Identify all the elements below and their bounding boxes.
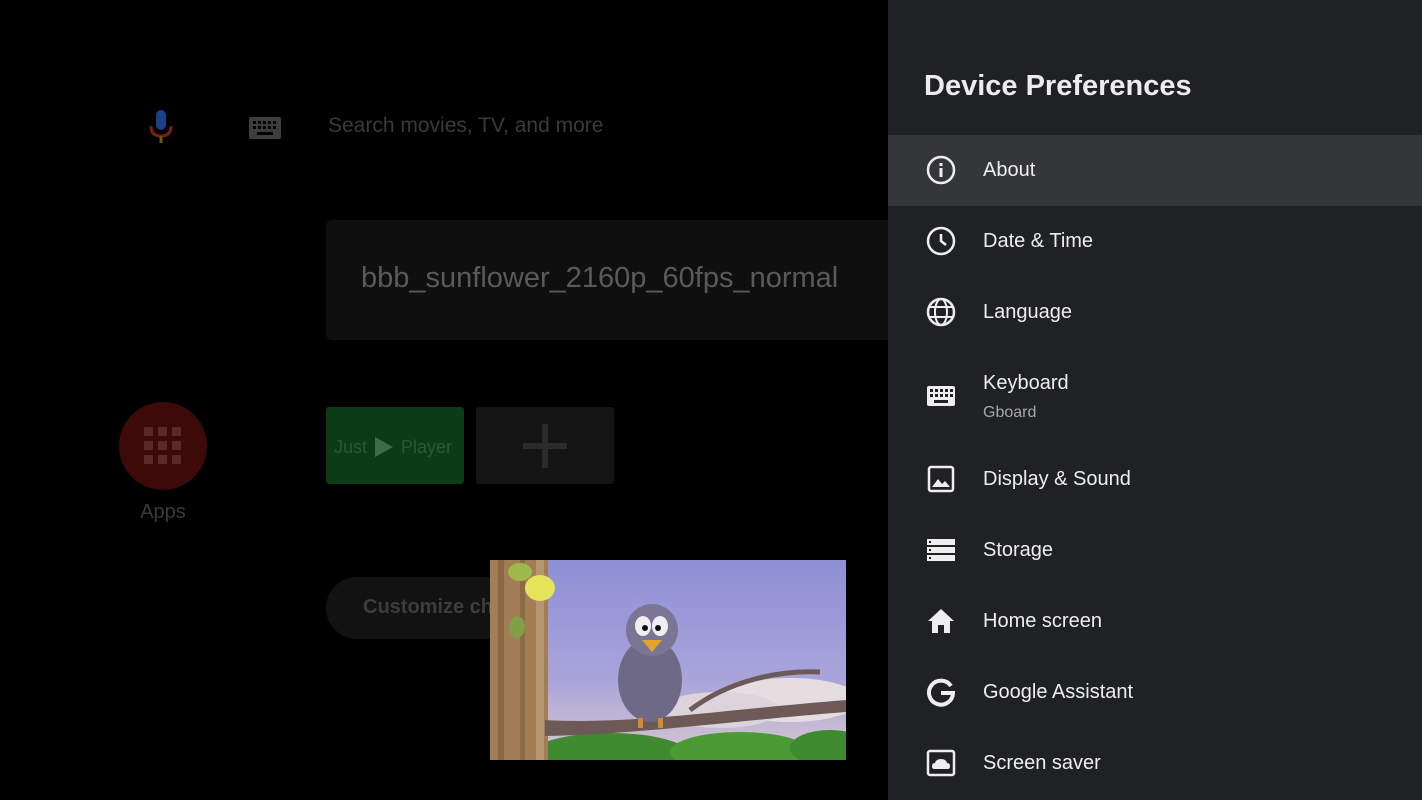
- plus-icon: [523, 424, 567, 468]
- just-player-right-text: Player: [401, 436, 453, 457]
- menu-item-label: Display & Sound: [983, 468, 1131, 490]
- play-icon: [375, 437, 394, 457]
- device-preferences-panel: Device Preferences About Date & Time Lan…: [888, 0, 1422, 800]
- home-icon: [928, 609, 954, 633]
- menu-item-label: Date & Time: [983, 230, 1094, 252]
- menu-item-about[interactable]: About: [888, 135, 1422, 206]
- just-player-tile[interactable]: Just Player: [326, 407, 464, 484]
- apps-grid-icon: [144, 427, 181, 464]
- panel-title: Device Preferences: [924, 70, 1192, 102]
- clock-icon: [926, 226, 956, 256]
- microphone-icon: [149, 110, 173, 143]
- menu-item-label: Google Assistant: [983, 681, 1134, 703]
- menu-item-label: Screen saver: [983, 752, 1101, 774]
- menu-item-date-time[interactable]: Date & Time: [888, 206, 1422, 277]
- just-player-logo: Just Player: [334, 435, 452, 459]
- search-placeholder[interactable]: Search movies, TV, and more: [328, 114, 603, 138]
- now-playing-card: bbb_sunflower_2160p_60fps_normal: [326, 220, 888, 340]
- menu-item-label: Language: [983, 301, 1072, 323]
- menu-item-google-assistant[interactable]: Google Assistant: [888, 657, 1422, 728]
- menu-item-sublabel: Gboard: [983, 404, 1037, 421]
- video-frame: [490, 560, 846, 760]
- menu-item-home-screen[interactable]: Home screen: [888, 586, 1422, 657]
- menu-item-label: Home screen: [983, 610, 1102, 632]
- menu-item-display-sound[interactable]: Display & Sound: [888, 444, 1422, 515]
- google-g-icon: [927, 678, 956, 707]
- menu-item-label: About: [983, 159, 1036, 181]
- menu-item-label: Keyboard: [983, 372, 1069, 394]
- menu-item-storage[interactable]: Storage: [888, 515, 1422, 586]
- apps-button[interactable]: [119, 402, 207, 490]
- keyboard-icon: [249, 117, 281, 139]
- voice-search-button[interactable]: [141, 106, 181, 148]
- pip-video-player[interactable]: [490, 560, 846, 760]
- globe-icon: [926, 297, 956, 327]
- storage-icon: [927, 539, 955, 561]
- menu-item-screen-saver[interactable]: Screen saver: [888, 728, 1422, 799]
- apps-label: Apps: [140, 501, 186, 523]
- image-icon: [927, 465, 955, 493]
- just-player-left-text: Just: [334, 436, 368, 457]
- keyboard-search-button[interactable]: [248, 116, 282, 140]
- screensaver-icon: [926, 749, 956, 777]
- keyboard-icon: [927, 386, 955, 406]
- menu-item-keyboard[interactable]: Keyboard Gboard: [888, 348, 1422, 443]
- menu-item-language[interactable]: Language: [888, 277, 1422, 348]
- menu-item-label: Storage: [983, 539, 1054, 561]
- add-app-tile[interactable]: [476, 407, 614, 484]
- now-playing-title: bbb_sunflower_2160p_60fps_normal: [361, 262, 839, 294]
- info-icon: [926, 155, 956, 185]
